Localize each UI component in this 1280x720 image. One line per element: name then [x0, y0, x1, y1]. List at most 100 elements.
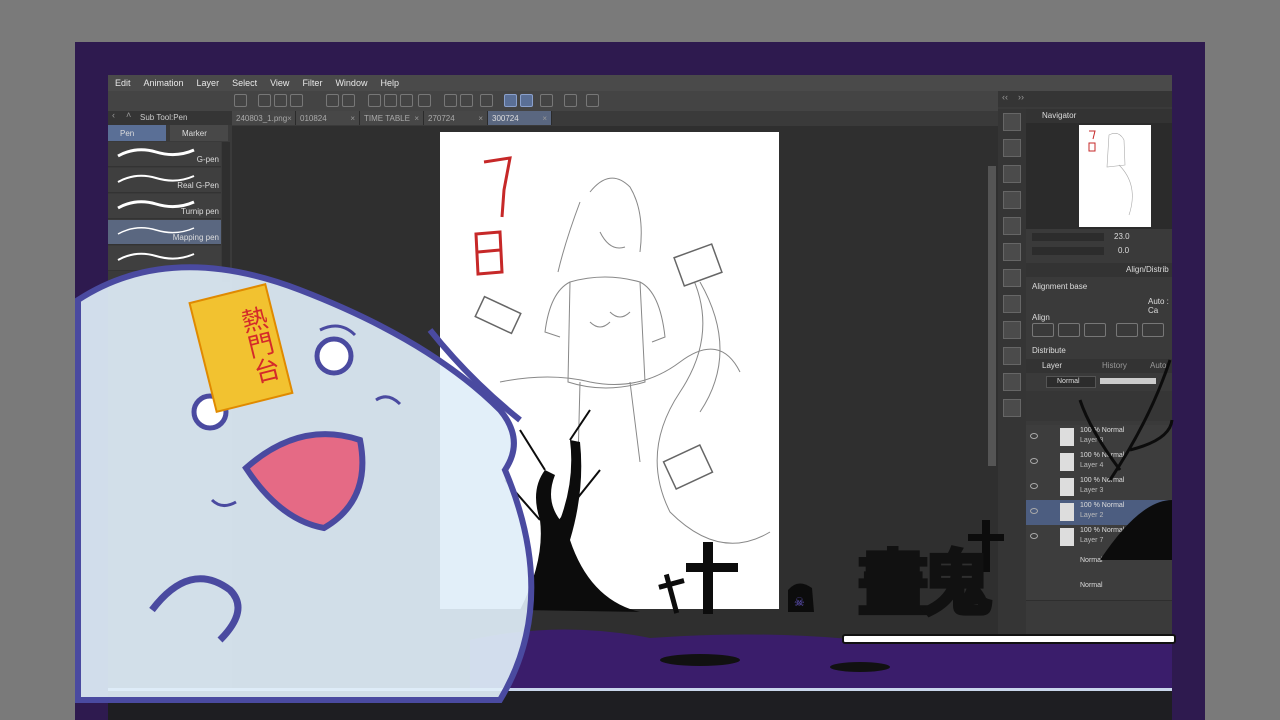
- blend-mode-value: Normal: [1057, 378, 1080, 385]
- document-tab[interactable]: 270724 ×: [424, 111, 488, 125]
- menu-bar: Edit Animation Layer Select View Filter Window…: [108, 75, 1172, 91]
- preview-icon[interactable]: [1003, 269, 1021, 287]
- layer-row[interactable]: 100 % Normal Layer 4: [1026, 450, 1172, 476]
- brush-item[interactable]: G-pen: [108, 142, 221, 167]
- menu-item[interactable]: View: [270, 78, 289, 88]
- menu-item[interactable]: Window: [335, 78, 367, 88]
- document-tabs: 240803_1.png × 010824 × TIME TABLE × 270724 × 30…: [232, 111, 998, 126]
- tab-marker[interactable]: Marker: [170, 125, 228, 141]
- document-tab[interactable]: 010824 ×: [296, 111, 360, 125]
- clear-icon[interactable]: [384, 94, 397, 107]
- document-tab-label: 240803_1.png: [236, 113, 288, 123]
- save-icon[interactable]: [290, 94, 303, 107]
- drawing-canvas[interactable]: [440, 132, 779, 609]
- align-label: Align: [1032, 313, 1050, 322]
- align-right-button[interactable]: [1084, 323, 1106, 337]
- menu-item[interactable]: Animation: [144, 78, 184, 88]
- tab-layer[interactable]: Layer: [1042, 361, 1062, 370]
- brush-item-selected[interactable]: Mapping pen: [108, 220, 221, 245]
- selection-icon[interactable]: [480, 94, 493, 107]
- layer-thumbnail: [1060, 453, 1074, 471]
- alignment-base-label: Alignment base: [1032, 282, 1088, 291]
- canvas-scrollbar[interactable]: [988, 166, 996, 466]
- zoom-slider[interactable]: [1032, 233, 1104, 241]
- grid-icon[interactable]: [1003, 243, 1021, 261]
- close-icon[interactable]: ×: [478, 114, 483, 123]
- blend-mode-select[interactable]: Normal: [1046, 376, 1096, 388]
- align-left-button[interactable]: [1032, 323, 1054, 337]
- document-tab[interactable]: TIME TABLE ×: [360, 111, 424, 125]
- brush-item[interactable]: [108, 246, 221, 271]
- brush-name: Turnip pen: [181, 207, 219, 216]
- menu-item[interactable]: Help: [380, 78, 399, 88]
- snap-grid-icon[interactable]: [540, 94, 553, 107]
- stamp-icon[interactable]: [1003, 191, 1021, 209]
- brush-scrollbar[interactable]: [222, 142, 230, 282]
- snap-special-ruler-icon[interactable]: [520, 94, 533, 107]
- close-icon[interactable]: ×: [287, 114, 292, 123]
- chevron-up-icon[interactable]: ˄: [126, 110, 131, 120]
- close-icon[interactable]: ×: [414, 114, 419, 123]
- crop-icon[interactable]: [418, 94, 431, 107]
- companion-icon[interactable]: [564, 94, 577, 107]
- close-icon[interactable]: ×: [350, 114, 355, 123]
- fill-icon[interactable]: [400, 94, 413, 107]
- snap-ruler-icon[interactable]: [504, 94, 517, 107]
- layer-row[interactable]: Normal: [1026, 575, 1172, 601]
- document-tab[interactable]: 300724 ×: [488, 111, 552, 125]
- open-folder-icon[interactable]: [274, 94, 287, 107]
- layer-row[interactable]: 100 % Normal Layer 7: [1026, 525, 1172, 551]
- expand-icon[interactable]: ››: [1018, 92, 1024, 102]
- eye-icon[interactable]: [1030, 508, 1038, 514]
- align-tab[interactable]: Align/Distrib: [1126, 265, 1169, 274]
- navigator-preview[interactable]: [1026, 123, 1172, 229]
- tab-history[interactable]: History: [1102, 361, 1127, 370]
- align-center-button[interactable]: [1058, 323, 1080, 337]
- eye-icon[interactable]: [1030, 458, 1038, 464]
- deselect-icon[interactable]: [460, 94, 473, 107]
- film-icon[interactable]: [1003, 295, 1021, 313]
- layer-row[interactable]: Normal: [1026, 550, 1172, 576]
- align-middle-button[interactable]: [1142, 323, 1164, 337]
- eye-icon[interactable]: [1030, 533, 1038, 539]
- transform-icon[interactable]: [444, 94, 457, 107]
- cross-icon[interactable]: [1003, 217, 1021, 235]
- layer-row[interactable]: 100 % Normal Layer 2: [1026, 500, 1172, 526]
- loading-icon[interactable]: [368, 94, 381, 107]
- layer-row[interactable]: 100 % Normal Layer 3: [1026, 475, 1172, 501]
- menu-item[interactable]: Filter: [302, 78, 322, 88]
- brush-item[interactable]: Turnip pen: [108, 194, 221, 219]
- menu-item[interactable]: Select: [232, 78, 257, 88]
- brush-item[interactable]: Real G-Pen: [108, 168, 221, 193]
- eye-icon[interactable]: [1030, 483, 1038, 489]
- document-tab-label: 270724: [428, 113, 455, 123]
- new-file-icon[interactable]: [258, 94, 271, 107]
- collapse-icon[interactable]: ‹‹: [1002, 92, 1008, 102]
- brush-stroke-icon: [117, 148, 195, 158]
- image-icon[interactable]: [1003, 321, 1021, 339]
- layer-opacity: 100 % Normal: [1080, 477, 1125, 484]
- tab-pen[interactable]: Pen: [108, 125, 166, 141]
- camera-icon[interactable]: [1003, 399, 1021, 417]
- rotate-slider[interactable]: [1032, 247, 1104, 255]
- tablet-icon[interactable]: [1003, 373, 1021, 391]
- help-icon[interactable]: [586, 94, 599, 107]
- align-top-button[interactable]: [1116, 323, 1138, 337]
- undo-icon[interactable]: [326, 94, 339, 107]
- menu-item[interactable]: Layer: [197, 78, 220, 88]
- eye-icon[interactable]: [1030, 433, 1038, 439]
- compass-icon[interactable]: [1003, 113, 1021, 131]
- redo-icon[interactable]: [342, 94, 355, 107]
- close-icon[interactable]: ×: [542, 114, 547, 123]
- collapse-icon[interactable]: ‹: [112, 110, 115, 120]
- channel-logo: 畫鬼: [856, 541, 994, 627]
- menu-item[interactable]: Edit: [115, 78, 131, 88]
- close-icon[interactable]: [1003, 139, 1021, 157]
- edit-icon[interactable]: [1003, 347, 1021, 365]
- copy-icon[interactable]: [1003, 165, 1021, 183]
- tab-auto-action[interactable]: Auto: [1150, 361, 1166, 370]
- gear-icon[interactable]: [234, 94, 247, 107]
- layer-row[interactable]: 100 % Normal Layer 8: [1026, 425, 1172, 451]
- document-tab[interactable]: 240803_1.png ×: [232, 111, 296, 125]
- opacity-slider[interactable]: [1100, 378, 1156, 384]
